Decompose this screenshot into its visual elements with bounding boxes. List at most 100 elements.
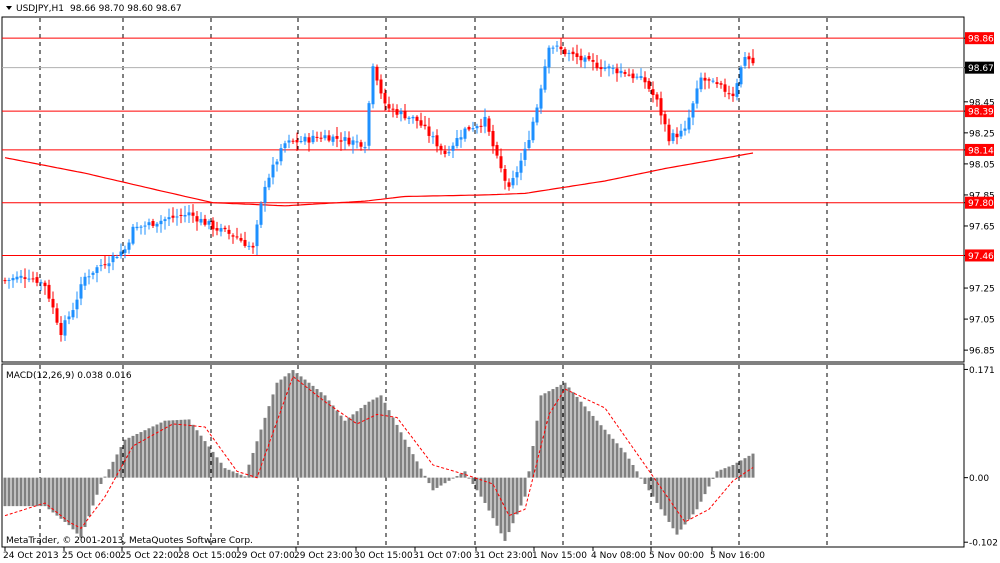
macd-histogram-bar xyxy=(507,477,511,533)
macd-histogram-bar xyxy=(163,420,167,478)
macd-histogram-bar xyxy=(315,389,319,478)
price-tick-label: 96.85 xyxy=(969,347,995,357)
candle-body xyxy=(611,67,615,69)
candle-body xyxy=(727,93,731,95)
candle-body xyxy=(339,140,343,142)
chart-menu-triangle-icon[interactable] xyxy=(6,6,12,10)
macd-histogram-bar xyxy=(275,382,279,478)
macd-histogram-bar xyxy=(567,387,571,478)
price-tick-label: 98.05 xyxy=(969,160,995,170)
candle-body xyxy=(179,214,183,216)
time-tick-label: 25 Oct 06:00 xyxy=(62,551,121,561)
macd-histogram-bar xyxy=(15,477,19,507)
macd-histogram-bar xyxy=(715,471,719,478)
candle-body xyxy=(19,275,23,278)
candle-body xyxy=(407,117,411,119)
macd-histogram-bar xyxy=(247,464,251,478)
time-tick-label: 5 Nov 00:00 xyxy=(649,551,704,561)
candle-body xyxy=(623,72,627,74)
candle-body xyxy=(447,152,451,154)
macd-histogram-bar xyxy=(511,477,515,524)
candle-body xyxy=(435,135,439,147)
candle-body xyxy=(67,316,71,320)
macd-histogram-bar xyxy=(655,477,659,503)
macd-histogram-bar xyxy=(283,376,287,478)
candle-body xyxy=(207,221,211,225)
candle-body xyxy=(387,104,391,109)
candle-body xyxy=(431,136,435,138)
macd-axis: 0.171 0.00 -0.102 xyxy=(964,366,998,549)
price-level-label: 98.39 xyxy=(968,108,994,118)
candle-body xyxy=(35,277,39,283)
candle-body xyxy=(259,203,263,225)
time-tick-label: 29 Oct 23:00 xyxy=(294,551,353,561)
macd-histogram-bar xyxy=(427,477,431,484)
macd-histogram-bar xyxy=(547,391,551,478)
macd-histogram-bar xyxy=(227,469,231,478)
macd-histogram-bar xyxy=(127,437,131,478)
candle-body xyxy=(515,172,519,178)
macd-histogram-bar xyxy=(527,471,531,478)
candle-body xyxy=(247,245,251,247)
candle-body xyxy=(15,276,19,280)
macd-histogram-bar xyxy=(279,379,283,478)
candle-body xyxy=(255,224,259,247)
candle-body xyxy=(747,56,751,60)
candle-body xyxy=(535,107,539,123)
candle-body xyxy=(251,245,255,248)
macd-histogram-bar xyxy=(171,420,175,478)
macd-histogram-bar xyxy=(311,385,315,478)
candle-body xyxy=(163,219,167,222)
candle-body xyxy=(311,135,315,143)
candle-body xyxy=(271,164,275,178)
time-tick-label: 30 Oct 15:00 xyxy=(354,551,413,561)
macd-histogram-bar xyxy=(343,420,347,478)
candle-body xyxy=(23,277,27,279)
candle-body xyxy=(167,217,171,220)
macd-histogram-bar xyxy=(559,384,563,478)
candle-body xyxy=(703,77,707,81)
candle-body xyxy=(591,59,595,62)
macd-histogram-bar xyxy=(531,446,535,478)
candle-body xyxy=(315,136,319,138)
candle-body xyxy=(583,57,587,62)
candle-body xyxy=(243,239,247,246)
macd-histogram-bar xyxy=(323,395,327,478)
candle-body xyxy=(231,235,235,237)
candle-body xyxy=(483,116,487,127)
candle-body xyxy=(151,221,155,226)
candle-body xyxy=(51,298,55,308)
macd-histogram-bar xyxy=(675,477,679,535)
candle-body xyxy=(551,47,555,49)
candle-body xyxy=(731,93,735,97)
candle-body xyxy=(687,117,691,130)
candle-body xyxy=(715,82,719,85)
candle-body xyxy=(135,226,139,229)
candle-body xyxy=(327,135,331,141)
macd-histogram-bar xyxy=(639,477,643,479)
candle-body xyxy=(187,212,191,216)
macd-histogram-bar xyxy=(687,477,691,520)
macd-histogram-bar xyxy=(3,477,7,507)
macd-histogram-bar xyxy=(695,477,699,510)
candle-body xyxy=(319,137,323,139)
macd-histogram-bar xyxy=(419,468,423,478)
macd-histogram-bar xyxy=(307,382,311,478)
candle-body xyxy=(619,70,623,74)
macd-histogram-bar xyxy=(95,477,99,495)
candle-body xyxy=(283,143,287,148)
candle-body xyxy=(467,127,471,130)
candle-body xyxy=(463,128,467,139)
macd-histogram-bar xyxy=(243,476,247,478)
macd-histogram-bar xyxy=(743,458,747,478)
macd-histogram-bar xyxy=(187,419,191,478)
macd-histogram-bar xyxy=(67,477,71,526)
main-pane-frame xyxy=(1,16,965,363)
symbol-label: USDJPY,H1 xyxy=(16,4,64,14)
macd-histogram-bar xyxy=(411,454,415,478)
macd-histogram-bar xyxy=(251,452,255,478)
macd-histogram-bar xyxy=(203,441,207,478)
candle-body xyxy=(279,148,283,162)
candle-body xyxy=(263,186,267,203)
candle-body xyxy=(119,251,123,256)
